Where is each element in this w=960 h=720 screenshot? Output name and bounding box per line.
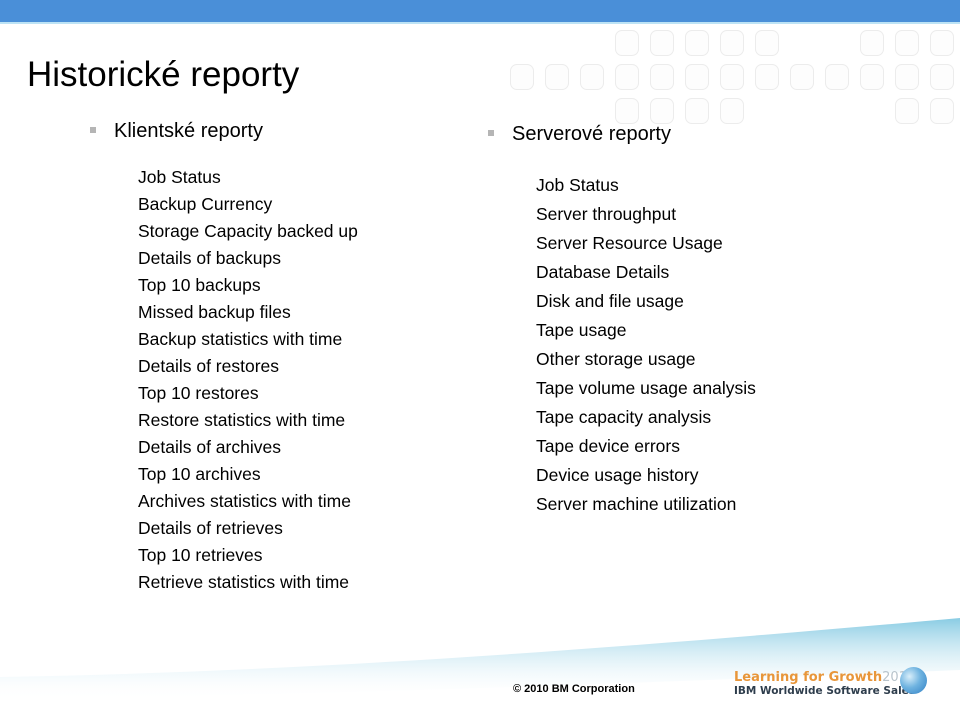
decorative-square bbox=[755, 64, 779, 90]
server-reports-heading: Serverové reporty bbox=[488, 122, 671, 146]
slide-title: Historické reporty bbox=[27, 55, 300, 94]
logo-subtitle: IBM Worldwide Software Sales bbox=[734, 685, 916, 697]
decorative-square bbox=[825, 64, 849, 90]
client-reports-heading-text: Klientské reporty bbox=[114, 120, 263, 142]
list-item: Server Resource Usage bbox=[536, 233, 723, 253]
decorative-square bbox=[755, 30, 779, 56]
decorative-square bbox=[650, 98, 674, 124]
decorative-square bbox=[545, 64, 569, 90]
list-item: Tape capacity analysis bbox=[536, 407, 712, 427]
decorative-square bbox=[930, 98, 954, 124]
decorative-rounded-squares bbox=[500, 26, 960, 124]
decorative-square bbox=[650, 30, 674, 56]
decorative-square bbox=[895, 98, 919, 124]
list-item: Top 10 backups bbox=[138, 275, 261, 295]
list-item: Details of restores bbox=[138, 356, 280, 376]
list-item: Backup statistics with time bbox=[138, 329, 343, 349]
list-item: Server machine utilization bbox=[536, 494, 737, 514]
decorative-square bbox=[720, 30, 744, 56]
list-item: Top 10 retrieves bbox=[138, 545, 263, 565]
decorative-square bbox=[930, 64, 954, 90]
decorative-square bbox=[860, 64, 884, 90]
decorative-square bbox=[685, 98, 709, 124]
decorative-square bbox=[860, 30, 884, 56]
list-item: Job Status bbox=[138, 167, 221, 187]
list-item: Top 10 restores bbox=[138, 383, 259, 403]
logo-title: Learning for Growth2010 bbox=[734, 671, 915, 685]
list-item: Tape device errors bbox=[536, 436, 680, 456]
decorative-square bbox=[720, 98, 744, 124]
decorative-square bbox=[685, 30, 709, 56]
decorative-square bbox=[510, 64, 534, 90]
client-reports-list: Job Status Backup Currency Storage Capac… bbox=[138, 164, 358, 596]
list-item: Details of backups bbox=[138, 248, 281, 268]
list-item: Device usage history bbox=[536, 465, 699, 485]
decorative-square bbox=[685, 64, 709, 90]
logo-title-text: Learning for Growth bbox=[734, 670, 883, 685]
decorative-square bbox=[895, 64, 919, 90]
decorative-square bbox=[895, 30, 919, 56]
list-item: Backup Currency bbox=[138, 194, 273, 214]
decorative-square bbox=[615, 64, 639, 90]
server-reports-list: Job Status Server throughput Server Reso… bbox=[536, 171, 756, 519]
list-item: Tape volume usage analysis bbox=[536, 378, 756, 398]
list-item: Archives statistics with time bbox=[138, 491, 351, 511]
top-banner-bar bbox=[0, 0, 960, 24]
list-item: Details of archives bbox=[138, 437, 281, 457]
globe-icon bbox=[900, 667, 927, 694]
decorative-square bbox=[580, 64, 604, 90]
client-reports-heading: Klientské reporty bbox=[90, 119, 263, 143]
list-item: Tape usage bbox=[536, 320, 627, 340]
list-item: Storage Capacity backed up bbox=[138, 221, 358, 241]
footer-wave-decoration bbox=[0, 618, 960, 700]
square-bullet-icon bbox=[90, 126, 96, 133]
copyright-text: © 2010 BM Corporation bbox=[513, 683, 635, 695]
list-item: Details of retrieves bbox=[138, 518, 283, 538]
decorative-square bbox=[615, 98, 639, 124]
list-item: Other storage usage bbox=[536, 349, 696, 369]
list-item: Disk and file usage bbox=[536, 291, 684, 311]
list-item: Missed backup files bbox=[138, 302, 291, 322]
list-item: Top 10 archives bbox=[138, 464, 261, 484]
list-item: Job Status bbox=[536, 175, 619, 195]
decorative-square bbox=[615, 30, 639, 56]
list-item: Restore statistics with time bbox=[138, 410, 346, 430]
decorative-square bbox=[790, 64, 814, 90]
decorative-square bbox=[720, 64, 744, 90]
list-item: Retrieve statistics with time bbox=[138, 572, 350, 592]
square-bullet-icon bbox=[488, 129, 494, 136]
list-item: Server throughput bbox=[536, 204, 677, 224]
learning-for-growth-logo: Learning for Growth2010 IBM Worldwide So… bbox=[734, 671, 915, 698]
list-item: Database Details bbox=[536, 262, 670, 282]
decorative-square bbox=[930, 30, 954, 56]
server-reports-heading-text: Serverové reporty bbox=[512, 123, 671, 145]
decorative-square bbox=[650, 64, 674, 90]
